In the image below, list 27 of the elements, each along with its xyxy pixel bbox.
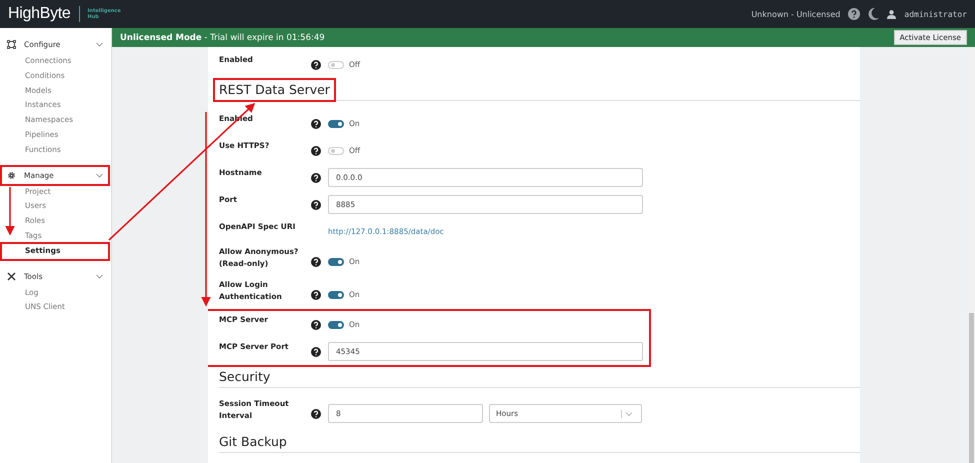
help-icon[interactable] (311, 320, 321, 330)
nodes-icon (7, 40, 16, 49)
annotation-arrow (5, 187, 15, 236)
section-heading: Git Backup (218, 433, 288, 451)
help-icon[interactable] (311, 290, 321, 300)
help-icon[interactable] (848, 8, 860, 20)
help-icon[interactable] (311, 118, 321, 128)
chevron-icon[interactable] (96, 42, 103, 47)
help-icon[interactable] (311, 256, 321, 266)
help-icon[interactable] (311, 200, 321, 210)
chevron-icon[interactable] (96, 274, 103, 279)
tools-icon (7, 272, 16, 281)
user-icon (887, 10, 896, 18)
logo: HighByte (8, 5, 71, 23)
help-icon[interactable] (311, 346, 321, 356)
banner-message: Unlicensed Mode - Trial will expire in 01:56:49 (120, 32, 326, 42)
help-icon[interactable] (311, 408, 321, 418)
chevron-icon[interactable] (96, 172, 103, 178)
moon-icon[interactable] (868, 8, 880, 20)
help-icon[interactable] (311, 172, 321, 182)
gear-icon (7, 170, 16, 180)
section-heading: Security (218, 368, 272, 386)
help-icon[interactable] (311, 60, 321, 70)
help-icon[interactable] (311, 146, 321, 156)
user-name[interactable]: administrator (904, 10, 967, 18)
license-status: Unknown - Unlicensed (751, 10, 840, 18)
section-heading: REST Data Server (215, 80, 334, 100)
